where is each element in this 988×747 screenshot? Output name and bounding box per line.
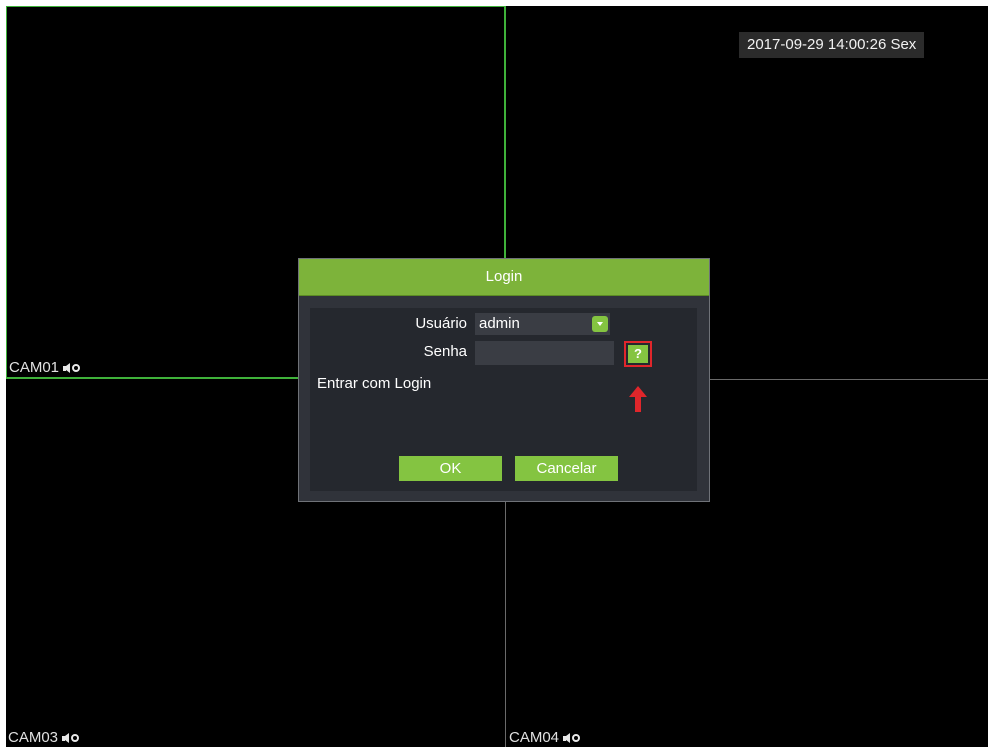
camera-name: CAM03 [8,729,59,746]
password-field[interactable] [475,341,614,365]
user-select[interactable]: admin [475,313,610,335]
ok-button[interactable]: OK [399,456,502,481]
camera-label: CAM01 [9,360,82,375]
dvr-screen: CAM01 CAM03 CAM04 2017-09-29 14:00:26 Se… [6,6,988,747]
help-icon: ? [628,345,648,363]
camera-name: CAM04 [509,729,560,746]
arrow-up-icon [629,386,647,412]
audio-icon [63,362,81,373]
dialog-body: Usuário admin Senha ? Entrar com Login O… [310,308,697,491]
password-label: Senha [423,343,467,360]
camera-name: CAM01 [9,359,60,376]
cancel-button[interactable]: Cancelar [515,456,618,481]
chevron-down-icon[interactable] [592,316,608,332]
dialog-title: Login [299,259,709,296]
camera-label: CAM04 [509,730,582,745]
login-dialog: Login Usuário admin Senha ? Entrar com L… [298,258,710,502]
camera-label: CAM03 [8,730,81,745]
user-label: Usuário [415,315,467,332]
audio-icon [62,732,80,743]
help-button[interactable]: ? [624,341,652,367]
datetime-display: 2017-09-29 14:00:26 Sex [739,32,925,58]
audio-icon [563,732,581,743]
login-mode-text: Entrar com Login [317,375,432,392]
user-select-value: admin [479,315,520,332]
